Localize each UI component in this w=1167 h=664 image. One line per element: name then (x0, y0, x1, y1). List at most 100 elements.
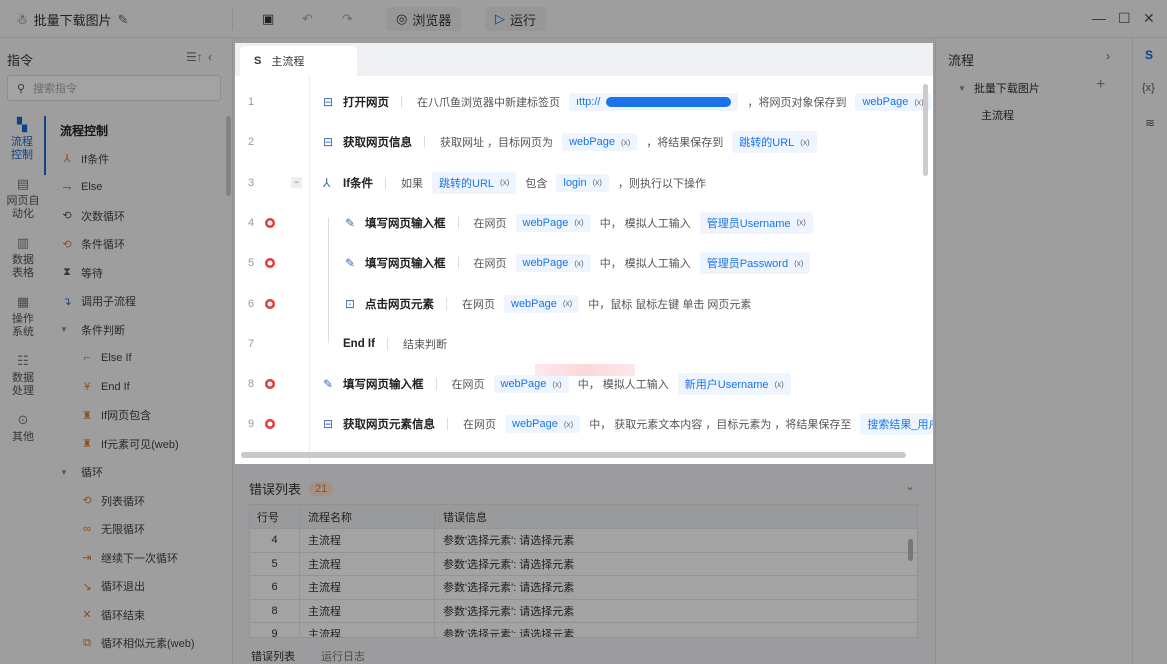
command-item[interactable]: ♜ If元素可见(web) (48, 430, 224, 459)
variable-icon: (x) (574, 218, 584, 228)
line-cell: 8 (250, 599, 300, 622)
command-list-scrollbar[interactable] (226, 116, 231, 196)
redo-icon[interactable]: ↷ (332, 7, 363, 31)
variable-chip[interactable]: webPage (x) (515, 213, 591, 232)
table-row[interactable]: 5 主流程 参数'选择元素': 请选择元素 (250, 552, 917, 576)
variable-chip[interactable]: 管理员Username (x) (699, 211, 813, 234)
url-chip[interactable]: ıttp:// (569, 93, 739, 111)
maximize-icon[interactable]: ☐ (1118, 10, 1131, 27)
close-icon[interactable]: ✕ (1143, 10, 1155, 27)
variable-chip[interactable]: webPage (x) (562, 133, 638, 152)
variable-icon[interactable]: {x} (1142, 82, 1155, 94)
collapse-toggle[interactable]: − (291, 177, 302, 189)
category-web-automation[interactable]: ▤ 网页自动化 (0, 175, 46, 234)
table-row[interactable]: 9 主流程 参数'选择元素': 请选择元素 (250, 623, 917, 637)
command-item[interactable]: ⅄ If条件 (48, 145, 224, 174)
command-item[interactable]: ⟲ 条件循环 (48, 230, 224, 259)
search-input[interactable]: ⚲ 搜索指令 (7, 75, 221, 101)
command-item[interactable]: ↘ 循环退出 (48, 572, 224, 601)
variable-chip[interactable]: login (x) (556, 173, 609, 192)
horizontal-scrollbar[interactable] (241, 452, 906, 458)
browser-button[interactable]: ◎ 浏览器 (386, 7, 462, 31)
project-node[interactable]: ▼ 批量下载图片 (958, 80, 1040, 96)
command-item[interactable]: ⌐ Else If (48, 344, 224, 373)
flow-step-row[interactable]: 3 − ⅄ If条件 如果 跳转的URL (x) 包含 login (x) ，则执行以下操作 (235, 163, 933, 203)
flow-node[interactable]: 主流程 (981, 107, 1014, 123)
robot-icon: ♜ (82, 409, 92, 422)
table-row[interactable]: 4 主流程 参数'选择元素': 请选择元素 (250, 529, 917, 553)
run-button[interactable]: ▷ 运行 (485, 7, 547, 31)
flow-step-row[interactable]: 2 ⊟ 获取网页信息 获取网址 ，目标网页为 webPage (x) ，将结果保存到 跳转的U… (235, 122, 933, 162)
layers-icon[interactable]: ≋ (1145, 116, 1155, 130)
table-row[interactable]: 6 主流程 参数'选择元素': 请选择元素 (250, 576, 917, 600)
command-item[interactable]: ∞ 无限循环 (48, 515, 224, 544)
line-cell: 4 (250, 529, 300, 552)
variable-chip[interactable]: 新用户Username (x) (677, 373, 791, 396)
continue-icon: ⇥ (82, 552, 92, 565)
flow-step-row[interactable]: 4 ✎ 填写网页输入框 在网页 webPage (x) 中， 模拟人工输入 管理员Userna… (235, 203, 933, 243)
group-toggle[interactable]: ▼ 循环 (48, 458, 224, 487)
command-panel-title: 指令 (7, 53, 34, 68)
flow-step-row[interactable]: 5 ✎ 填写网页输入框 在网页 webPage (x) 中， 模拟人工输入 管理员Passwo… (235, 243, 933, 283)
category-data-table[interactable]: ▥ 数据表格 (0, 234, 46, 293)
variable-icon: (x) (774, 379, 784, 389)
tab-error-list[interactable]: 错误列表 (251, 648, 295, 664)
command-item[interactable]: ⇥ 继续下一次循环 (48, 544, 224, 573)
flow-step-row[interactable]: 6 ⊡ 点击网页元素 在网页 webPage (x) 中，鼠标 鼠标左键 单击 网页元素 (235, 284, 933, 324)
chevron-right-icon[interactable]: › (1106, 49, 1110, 63)
category-data-processing[interactable]: ☷ 数据处理 (0, 352, 46, 411)
flow-step-row[interactable]: 9 ⊟ 获取网页元素信息 在网页 webPage (x) 中， 获取元素文本内容 ，目标元素… (235, 404, 933, 444)
variable-chip[interactable]: 跳转的URL (x) (732, 131, 817, 154)
group-label: 循环 (81, 467, 103, 480)
command-item[interactable]: ⧉ 循环相似元素(web) (48, 629, 224, 658)
command-item[interactable]: ⇁ Else (48, 173, 224, 202)
variable-chip[interactable]: 跳转的URL (x) (432, 171, 517, 194)
error-panel: 错误列表 21 ⌄ 行号 流程名称 错误信息 4 主流程 参数'选择元素': 请选择元素 5… (240, 470, 929, 664)
edit-icon[interactable]: ✎ (118, 12, 129, 28)
variable-name: 跳转的URL (739, 137, 795, 150)
command-item[interactable]: ⟲ 次数循环 (48, 202, 224, 231)
flow-icon[interactable]: S (1145, 48, 1153, 62)
variable-name: webPage (500, 378, 547, 391)
variable-chip[interactable]: webPage (x) (515, 254, 591, 273)
tab-run-log[interactable]: 运行日志 (321, 648, 365, 664)
command-item[interactable]: ⟲ 列表循环 (48, 487, 224, 516)
table-row[interactable]: 8 主流程 参数'选择元素': 请选择元素 (250, 599, 917, 623)
command-item[interactable]: ♜ If网页包含 (48, 401, 224, 430)
category-flow-control[interactable]: ▚ 流程控制 (0, 116, 46, 175)
sort-icon[interactable]: ☰↑ (186, 50, 203, 64)
category-os[interactable]: ▦ 操作系统 (0, 293, 46, 352)
flow-step-row[interactable]: 1 ⊟ 打开网页 在八爪鱼浏览器中新建标签页 ıttp:// ，将网页对象保存到 webPa… (235, 82, 933, 122)
flow-panel-title: 流程 (948, 53, 975, 68)
add-icon[interactable]: + (1096, 76, 1105, 94)
tab-main-flow[interactable]: S 主流程 (240, 46, 357, 76)
input-icon: ✎ (323, 377, 334, 392)
variable-chip[interactable]: 管理员Password (x) (699, 252, 811, 275)
command-item[interactable]: ↴ 调用子流程 (48, 287, 224, 316)
save-icon[interactable]: ▣ (252, 7, 284, 31)
vertical-scrollbar[interactable] (923, 84, 928, 176)
flow-step-row[interactable]: 7 End If 结束判断 (235, 324, 933, 364)
variable-chip[interactable]: webPage (x) (493, 375, 569, 394)
category-other[interactable]: ⊙ 其他 (0, 411, 46, 470)
group-toggle[interactable]: ▼ 条件判断 (48, 316, 224, 345)
flow-cell: 主流程 (300, 576, 435, 599)
variable-chip[interactable]: webPage (x) (505, 415, 581, 434)
error-table-scrollbar[interactable] (908, 539, 913, 561)
command-item[interactable]: Ұ End If (48, 373, 224, 402)
variable-chip[interactable]: webPage (x) (504, 294, 580, 313)
minimize-icon[interactable]: — (1092, 10, 1106, 26)
step-text: 在八爪鱼浏览器中新建标签页 (417, 97, 560, 109)
variable-chip[interactable]: 搜索结果_用户名(x) (860, 413, 933, 436)
step-name: 填写网页输入框 (365, 217, 446, 230)
undo-icon[interactable]: ↶ (292, 7, 323, 31)
step-name: 获取网页信息 (343, 137, 412, 150)
command-item[interactable]: ✕ 循环结束 (48, 601, 224, 630)
command-item[interactable]: ⧗ 等待 (48, 259, 224, 288)
variable-chip[interactable]: webPage (x) (855, 93, 931, 111)
element-info-icon: ⊟ (323, 417, 334, 432)
collapse-icon[interactable]: ‹ (208, 50, 212, 64)
error-icon (265, 217, 275, 228)
input-icon: ✎ (345, 256, 356, 271)
chevron-down-icon[interactable]: ⌄ (905, 479, 915, 493)
